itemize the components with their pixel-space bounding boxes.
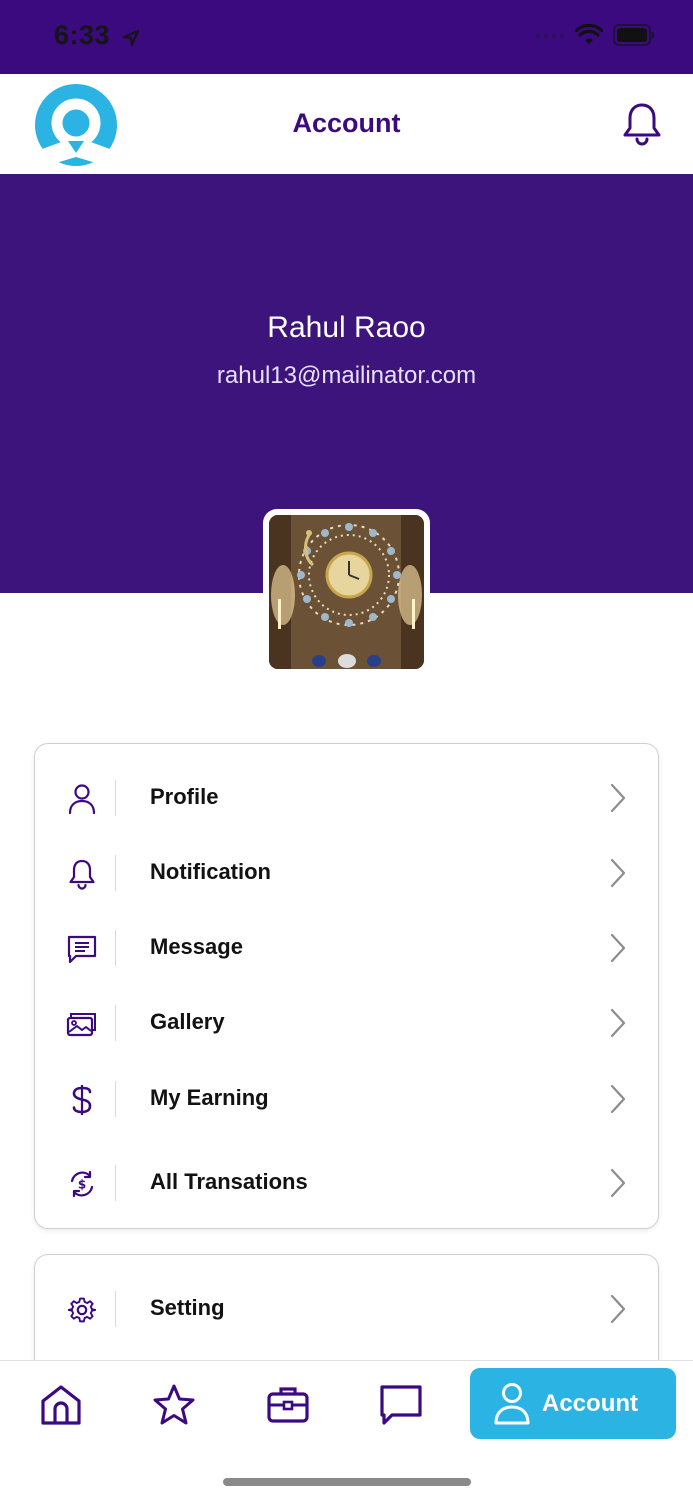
star-icon[interactable] — [152, 1383, 196, 1427]
menu-label: Gallery — [150, 1009, 225, 1034]
profile-email: rahul13@mailinator.com — [216, 362, 477, 389]
menu-divider — [115, 1291, 116, 1327]
menu-label: Setting — [150, 1295, 225, 1320]
chevron-right-icon — [610, 1008, 626, 1038]
message-icon — [65, 932, 99, 966]
account-menu-card: Profile Notification Message Gallery My … — [34, 743, 659, 1229]
wifi-icon — [575, 24, 603, 44]
menu-label: All Transations — [150, 1169, 308, 1194]
home-icon[interactable] — [39, 1383, 83, 1427]
svg-text:$: $ — [78, 1178, 86, 1192]
chevron-right-icon — [610, 1084, 626, 1114]
menu-item-setting[interactable]: Setting — [35, 1279, 658, 1339]
avatar[interactable] — [263, 509, 430, 675]
user-icon — [494, 1382, 530, 1424]
menu-divider — [115, 1005, 116, 1041]
bottom-tab-bar: Account — [0, 1360, 693, 1500]
chevron-right-icon — [610, 858, 626, 888]
chevron-right-icon — [610, 933, 626, 963]
status-icons — [535, 24, 655, 46]
user-icon — [65, 782, 99, 816]
chevron-right-icon — [610, 783, 626, 813]
menu-divider — [115, 1081, 116, 1117]
avatar-image — [269, 515, 424, 669]
chevron-right-icon — [610, 1294, 626, 1324]
status-bar: 6:33 — [0, 0, 693, 74]
menu-label: Message — [150, 934, 243, 959]
gear-icon — [65, 1293, 99, 1327]
dollar-icon — [65, 1083, 99, 1117]
menu-label: My Earning — [150, 1085, 269, 1110]
menu-item-my-earning[interactable]: My Earning — [35, 1069, 658, 1129]
chevron-right-icon — [610, 1168, 626, 1198]
status-time-text: 6:33 — [54, 20, 111, 50]
menu-item-profile[interactable]: Profile — [35, 768, 658, 828]
cellular-signal-icon — [535, 33, 565, 39]
tab-account-label: Account — [542, 1389, 638, 1417]
home-indicator — [223, 1478, 471, 1486]
menu-item-all-transactions[interactable]: $ All Transations — [35, 1153, 658, 1213]
tab-account[interactable]: Account — [470, 1368, 676, 1439]
app-header: Account — [0, 74, 693, 174]
status-time: 6:33 — [54, 20, 140, 51]
menu-item-message[interactable]: Message — [35, 918, 658, 978]
menu-item-notification[interactable]: Notification — [35, 843, 658, 903]
transactions-icon: $ — [65, 1167, 99, 1201]
menu-divider — [115, 855, 116, 891]
menu-divider — [115, 930, 116, 966]
bell-icon — [65, 857, 99, 891]
location-arrow-icon — [122, 29, 140, 47]
gallery-icon — [65, 1007, 99, 1041]
briefcase-icon[interactable] — [266, 1383, 310, 1427]
page-title: Account — [292, 108, 401, 138]
chat-icon[interactable] — [379, 1383, 423, 1427]
menu-divider — [115, 780, 116, 816]
bell-icon[interactable] — [621, 100, 663, 146]
menu-label: Notification — [150, 859, 271, 884]
profile-name: Rahul Raoo — [267, 311, 426, 344]
battery-icon — [613, 24, 654, 46]
peacock-clock-image — [269, 515, 424, 669]
menu-divider — [115, 1165, 116, 1201]
menu-item-gallery[interactable]: Gallery — [35, 993, 658, 1053]
menu-label: Profile — [150, 784, 219, 809]
